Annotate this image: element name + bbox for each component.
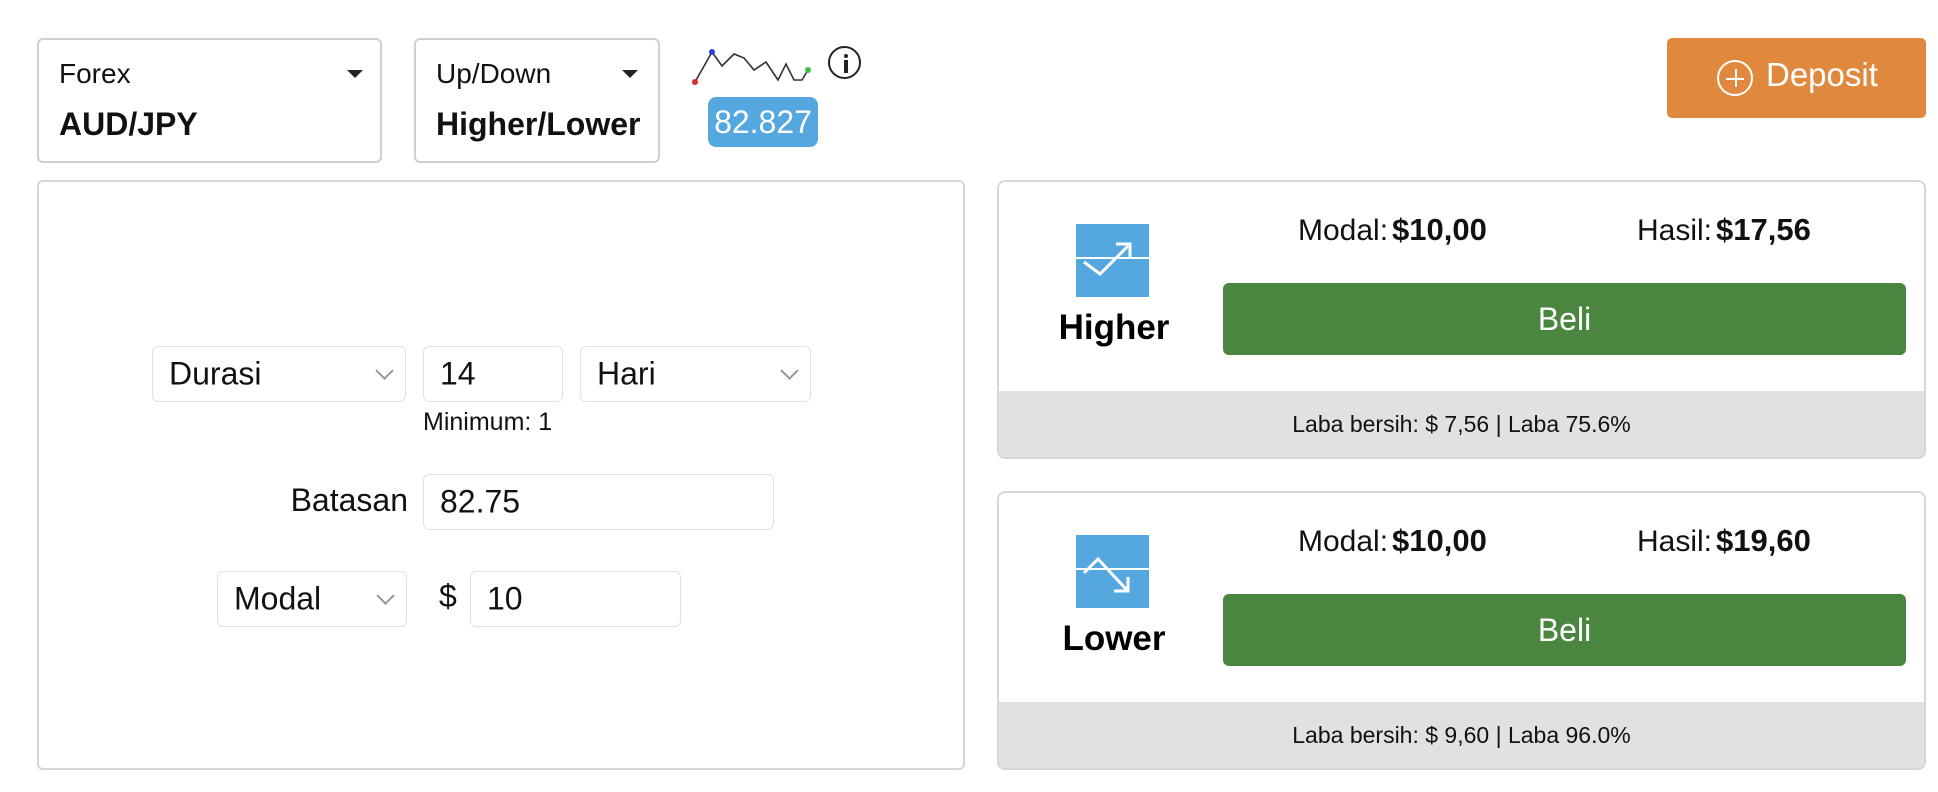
plus-circle-icon <box>1717 60 1753 96</box>
stake-input[interactable]: 10 <box>470 571 681 627</box>
deposit-button[interactable]: Deposit <box>1667 38 1926 118</box>
lower-stake-label: Modal: <box>1298 525 1389 558</box>
lower-payout-label: Hasil: <box>1637 525 1713 558</box>
higher-payout: Hasil: $17,56 <box>1637 212 1811 248</box>
trend-down-icon <box>1076 535 1149 608</box>
lower-profit-footer: Laba bersih: $ 9,60 | Laba 96.0% <box>999 702 1924 768</box>
higher-payout-value: $17,56 <box>1716 212 1811 247</box>
currency-symbol: $ <box>439 578 457 614</box>
duration-select[interactable]: Durasi <box>152 346 406 402</box>
lower-payout-value: $19,60 <box>1716 523 1811 558</box>
trade-type-category: Up/Down <box>436 58 552 89</box>
higher-stake-value: $10,00 <box>1392 212 1487 247</box>
higher-label: Higher <box>1058 308 1170 347</box>
barrier-label: Batasan <box>290 482 408 518</box>
duration-value: 14 <box>440 355 476 392</box>
stake-type-label: Modal <box>234 580 322 617</box>
chevron-down-icon <box>376 586 395 605</box>
duration-unit-label: Hari <box>597 355 656 392</box>
higher-card: Higher Modal: $10,00 Hasil: $17,56 Beli La… <box>997 180 1926 459</box>
lower-card: Lower Modal: $10,00 Hasil: $19,60 Beli Lab… <box>997 491 1926 770</box>
current-price-badge: 82.827 <box>708 97 818 147</box>
market-asset: AUD/JPY <box>59 106 198 142</box>
market-selector[interactable]: Forex AUD/JPY <box>37 38 382 163</box>
higher-profit-footer: Laba bersih: $ 7,56 | Laba 75.6% <box>999 391 1924 457</box>
duration-select-label: Durasi <box>169 355 262 392</box>
buy-lower-button[interactable]: Beli <box>1223 594 1906 666</box>
trade-type-value: Higher/Lower <box>436 106 641 142</box>
market-category: Forex <box>59 58 131 89</box>
stake-value: 10 <box>487 580 523 617</box>
barrier-input[interactable]: 82.75 <box>423 474 774 530</box>
trend-up-icon <box>1076 224 1149 297</box>
lower-profit-text: Laba bersih: $ 9,60 | Laba 96.0% <box>1292 721 1631 748</box>
current-price: 82.827 <box>714 103 812 140</box>
duration-unit-select[interactable]: Hari <box>580 346 811 402</box>
barrier-value: 82.75 <box>440 483 521 520</box>
caret-down-icon <box>622 70 638 78</box>
lower-label: Lower <box>1062 619 1166 658</box>
trade-form-panel: Durasi 14 Hari Minimum: 1 Batasan 82.75 … <box>37 180 965 770</box>
lower-stake: Modal: $10,00 <box>1298 523 1487 559</box>
higher-payout-label: Hasil: <box>1637 214 1713 247</box>
duration-hint: Minimum: 1 <box>423 408 553 436</box>
trade-type-selector[interactable]: Up/Down Higher/Lower <box>414 38 660 163</box>
buy-lower-label: Beli <box>1537 611 1592 648</box>
higher-profit-text: Laba bersih: $ 7,56 | Laba 75.6% <box>1292 410 1631 437</box>
lower-payout: Hasil: $19,60 <box>1637 523 1811 559</box>
lower-stake-value: $10,00 <box>1392 523 1487 558</box>
caret-down-icon <box>347 70 363 78</box>
buy-higher-label: Beli <box>1537 300 1592 337</box>
price-sparkline <box>692 49 811 85</box>
deposit-label: Deposit <box>1766 56 1878 93</box>
chevron-down-icon <box>780 361 799 380</box>
higher-stake-label: Modal: <box>1298 214 1389 247</box>
duration-input[interactable]: 14 <box>423 346 563 402</box>
buy-higher-button[interactable]: Beli <box>1223 283 1906 355</box>
chevron-down-icon <box>375 361 394 380</box>
stake-type-select[interactable]: Modal <box>217 571 407 627</box>
higher-stake: Modal: $10,00 <box>1298 212 1487 248</box>
info-icon[interactable] <box>828 46 861 79</box>
